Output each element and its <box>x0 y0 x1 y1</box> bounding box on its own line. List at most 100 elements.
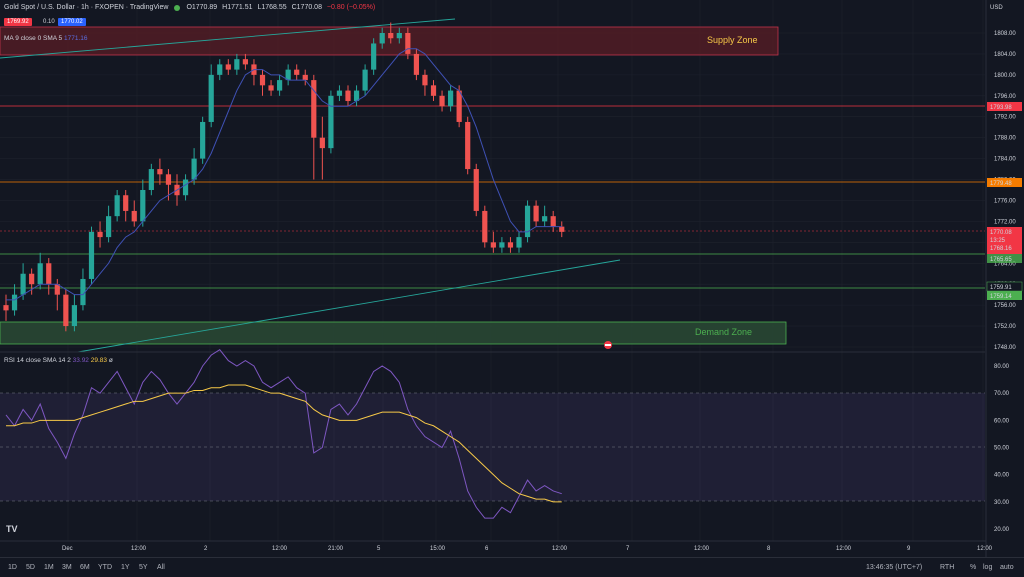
candle[interactable] <box>106 216 112 238</box>
candle[interactable] <box>448 90 454 107</box>
price-tick-label: 1776.00 <box>994 198 1016 204</box>
supply-zone-label: Supply Zone <box>707 35 758 45</box>
ask-button[interactable]: 1770.02 <box>58 18 86 26</box>
candle[interactable] <box>200 121 206 159</box>
candle[interactable] <box>157 169 163 175</box>
candle[interactable] <box>482 210 488 243</box>
candle[interactable] <box>63 294 69 327</box>
timeframe-6m[interactable]: 6M <box>80 564 90 571</box>
candle[interactable] <box>165 174 172 185</box>
candle[interactable] <box>182 179 189 196</box>
candle[interactable] <box>242 59 248 65</box>
candle[interactable] <box>413 53 419 75</box>
candle[interactable] <box>439 95 445 107</box>
price-tick-label: 1784.00 <box>994 157 1016 163</box>
candle[interactable] <box>208 74 214 122</box>
price-tick-label: 1804.00 <box>994 52 1016 58</box>
time-tick-label: 2 <box>204 546 208 552</box>
timeframe-1d[interactable]: 1D <box>8 564 17 571</box>
candle[interactable] <box>11 294 18 311</box>
candle[interactable] <box>268 85 274 91</box>
rsi-legend[interactable]: RSI 14 close SMA 14 2 33.92 29.83 ø <box>4 357 113 364</box>
candle[interactable] <box>37 263 43 285</box>
candle[interactable] <box>97 231 103 238</box>
timeframe-5d[interactable]: 5D <box>26 564 35 571</box>
time-axis[interactable]: Dec 12:00 2 12:00 21:00 5 15:00 6 12:00 7 12:00 8 12… <box>62 546 993 552</box>
candle[interactable] <box>277 80 283 91</box>
time-tick-label: 12:00 <box>552 546 568 552</box>
candle[interactable] <box>405 33 411 54</box>
candle[interactable] <box>29 273 35 285</box>
candle[interactable] <box>225 64 231 70</box>
candle[interactable] <box>559 226 565 232</box>
tag-last: 1770.08 <box>990 230 1012 236</box>
candle[interactable] <box>217 64 223 75</box>
time-tick-label: 15:00 <box>430 546 446 552</box>
candle[interactable] <box>88 231 95 279</box>
candle[interactable] <box>379 33 385 44</box>
timeframe-3m[interactable]: 3M <box>62 564 72 571</box>
percent-button[interactable]: % <box>970 564 976 571</box>
candle[interactable] <box>542 216 548 222</box>
candle[interactable] <box>550 216 556 227</box>
supply-zone[interactable] <box>0 26 779 56</box>
timeframe-5y[interactable]: 5Y <box>139 564 148 571</box>
candle[interactable] <box>294 69 300 75</box>
timeframe-ytd[interactable]: YTD <box>98 564 112 571</box>
candle[interactable] <box>490 242 496 248</box>
candle[interactable] <box>148 169 154 190</box>
rsi-tick-label: 50.00 <box>994 446 1010 452</box>
session-button[interactable]: RTH <box>940 564 954 571</box>
time-tick-label: 12:00 <box>131 546 147 552</box>
candle[interactable] <box>388 33 394 39</box>
candle[interactable] <box>345 90 351 102</box>
candle[interactable] <box>422 74 428 86</box>
candle[interactable] <box>302 74 308 81</box>
price-tick-label: 1788.00 <box>994 136 1016 142</box>
candle[interactable] <box>123 195 129 211</box>
candle[interactable] <box>140 190 146 222</box>
candle[interactable] <box>46 263 52 285</box>
candle[interactable] <box>319 137 325 149</box>
currency-label[interactable]: USD <box>990 5 1003 11</box>
demand-zone-label: Demand Zone <box>695 327 752 337</box>
candle[interactable] <box>524 205 531 238</box>
candle[interactable] <box>3 305 9 311</box>
log-button[interactable]: log <box>983 564 992 571</box>
candle[interactable] <box>456 90 462 122</box>
auto-button[interactable]: auto <box>1000 564 1014 571</box>
timeframe-1m[interactable]: 1M <box>44 564 54 571</box>
timeframe-1y[interactable]: 1Y <box>121 564 130 571</box>
candle[interactable] <box>396 33 402 39</box>
spread-value: 0.10 <box>43 19 55 25</box>
candle[interactable] <box>473 169 479 211</box>
candle[interactable] <box>516 237 522 248</box>
candle[interactable] <box>507 242 514 248</box>
candle[interactable] <box>328 95 334 149</box>
ma-legend[interactable]: MA 9 close 0 SMA 5 1771.16 <box>4 35 87 42</box>
candle[interactable] <box>20 273 26 295</box>
bid-button[interactable]: 1769.92 <box>4 18 32 26</box>
candle[interactable] <box>533 205 539 222</box>
candle[interactable] <box>465 121 471 170</box>
rsi-label: RSI 14 close SMA 14 2 <box>4 357 71 364</box>
candle[interactable] <box>499 242 505 248</box>
candle[interactable] <box>371 43 377 70</box>
rsi-tick-label: 70.00 <box>994 391 1010 397</box>
candle[interactable] <box>71 305 77 327</box>
candle[interactable] <box>234 59 240 70</box>
candle[interactable] <box>430 85 437 96</box>
time-tick-label: 12:00 <box>694 546 710 552</box>
candle[interactable] <box>336 90 343 96</box>
clock[interactable]: 13:46:35 (UTC+7) <box>866 564 922 571</box>
candle[interactable] <box>131 210 137 222</box>
chart-canvas[interactable]: Supply Zone Demand Zone 1808.00 1804.00 18… <box>0 0 1024 576</box>
candle[interactable] <box>362 69 368 91</box>
demand-zone[interactable] <box>0 321 787 345</box>
candle[interactable] <box>259 74 266 86</box>
symbol-title[interactable]: Gold Spot / U.S. Dollar · 1h · FXOPEN · … <box>4 4 168 11</box>
tag-1765: 1765.65 <box>990 257 1012 263</box>
candle[interactable] <box>191 158 197 180</box>
candle[interactable] <box>114 195 120 217</box>
timeframe-all[interactable]: All <box>157 564 165 571</box>
